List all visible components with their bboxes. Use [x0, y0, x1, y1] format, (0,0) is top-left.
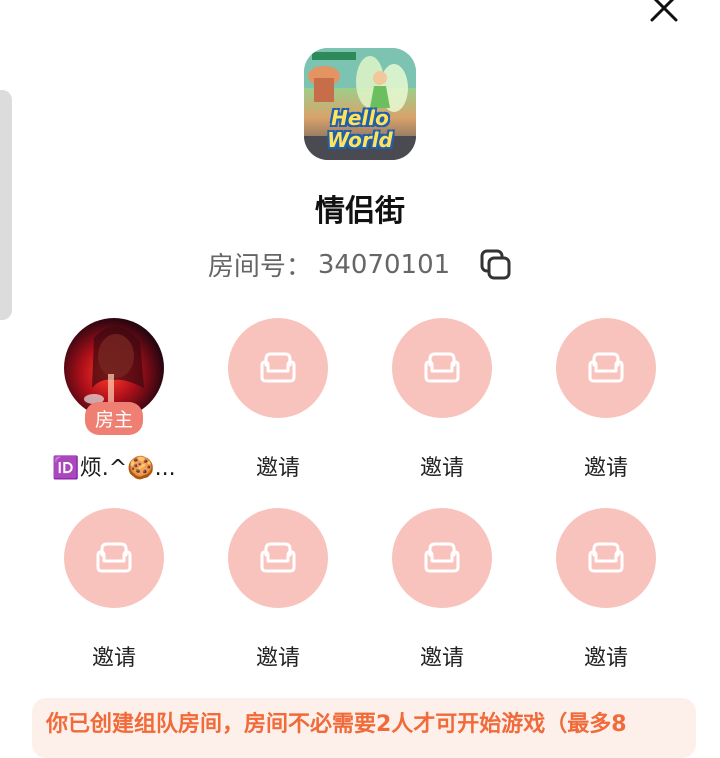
room-number-value: 34070101	[317, 249, 451, 280]
sofa-icon	[424, 542, 460, 573]
sofa-icon	[588, 542, 624, 573]
invite-label: 邀请	[583, 646, 628, 671]
seat-3[interactable]: 邀请	[360, 318, 524, 482]
invite-seat-button[interactable]	[228, 318, 328, 418]
invite-label: 邀请	[419, 646, 464, 671]
app-icon-title-line2: World	[327, 128, 393, 152]
sofa-icon	[588, 352, 624, 383]
seat-5[interactable]: 邀请	[32, 508, 196, 672]
copy-icon[interactable]	[478, 248, 512, 282]
close-icon	[650, 0, 678, 22]
sofa-icon	[260, 352, 296, 383]
seat-4[interactable]: 邀请	[524, 318, 688, 482]
invite-seat-button[interactable]	[556, 318, 656, 418]
invite-label: 邀请	[583, 456, 628, 481]
sofa-icon	[96, 542, 132, 573]
host-badge: 房主	[84, 402, 144, 435]
close-button[interactable]	[644, 0, 684, 28]
seat-2[interactable]: 邀请	[196, 318, 360, 482]
invite-seat-button[interactable]	[228, 508, 328, 608]
invite-label: 邀请	[255, 456, 300, 481]
invite-label: 邀请	[255, 646, 300, 671]
room-number-row: 房间号： 34070101	[0, 246, 720, 283]
room-number-label: 房间号：	[207, 252, 312, 282]
sofa-icon	[260, 542, 296, 573]
invite-label: 邀请	[419, 456, 464, 481]
invite-label: 邀请	[91, 646, 136, 671]
notice-text: 你已创建组队房间，房间不必需要2人才可开始游戏（最多8	[46, 712, 627, 737]
notice-banner: 你已创建组队房间，房间不必需要2人才可开始游戏（最多8	[32, 698, 696, 758]
invite-seat-button[interactable]	[556, 508, 656, 608]
seat-6[interactable]: 邀请	[196, 508, 360, 672]
seat-7[interactable]: 邀请	[360, 508, 524, 672]
sofa-icon	[424, 352, 460, 383]
room-title: 情侣街	[315, 194, 405, 229]
invite-seat-button[interactable]	[392, 318, 492, 418]
seat-host[interactable]: 房主 🆔烦.^🍪...	[32, 318, 196, 482]
seat-8[interactable]: 邀请	[524, 508, 688, 672]
invite-seat-button[interactable]	[392, 508, 492, 608]
host-name: 🆔烦.^🍪...	[52, 456, 176, 481]
game-app-icon: Hello World	[304, 48, 416, 160]
app-icon-title-line1: Hello	[331, 106, 389, 130]
invite-seat-button[interactable]	[64, 508, 164, 608]
